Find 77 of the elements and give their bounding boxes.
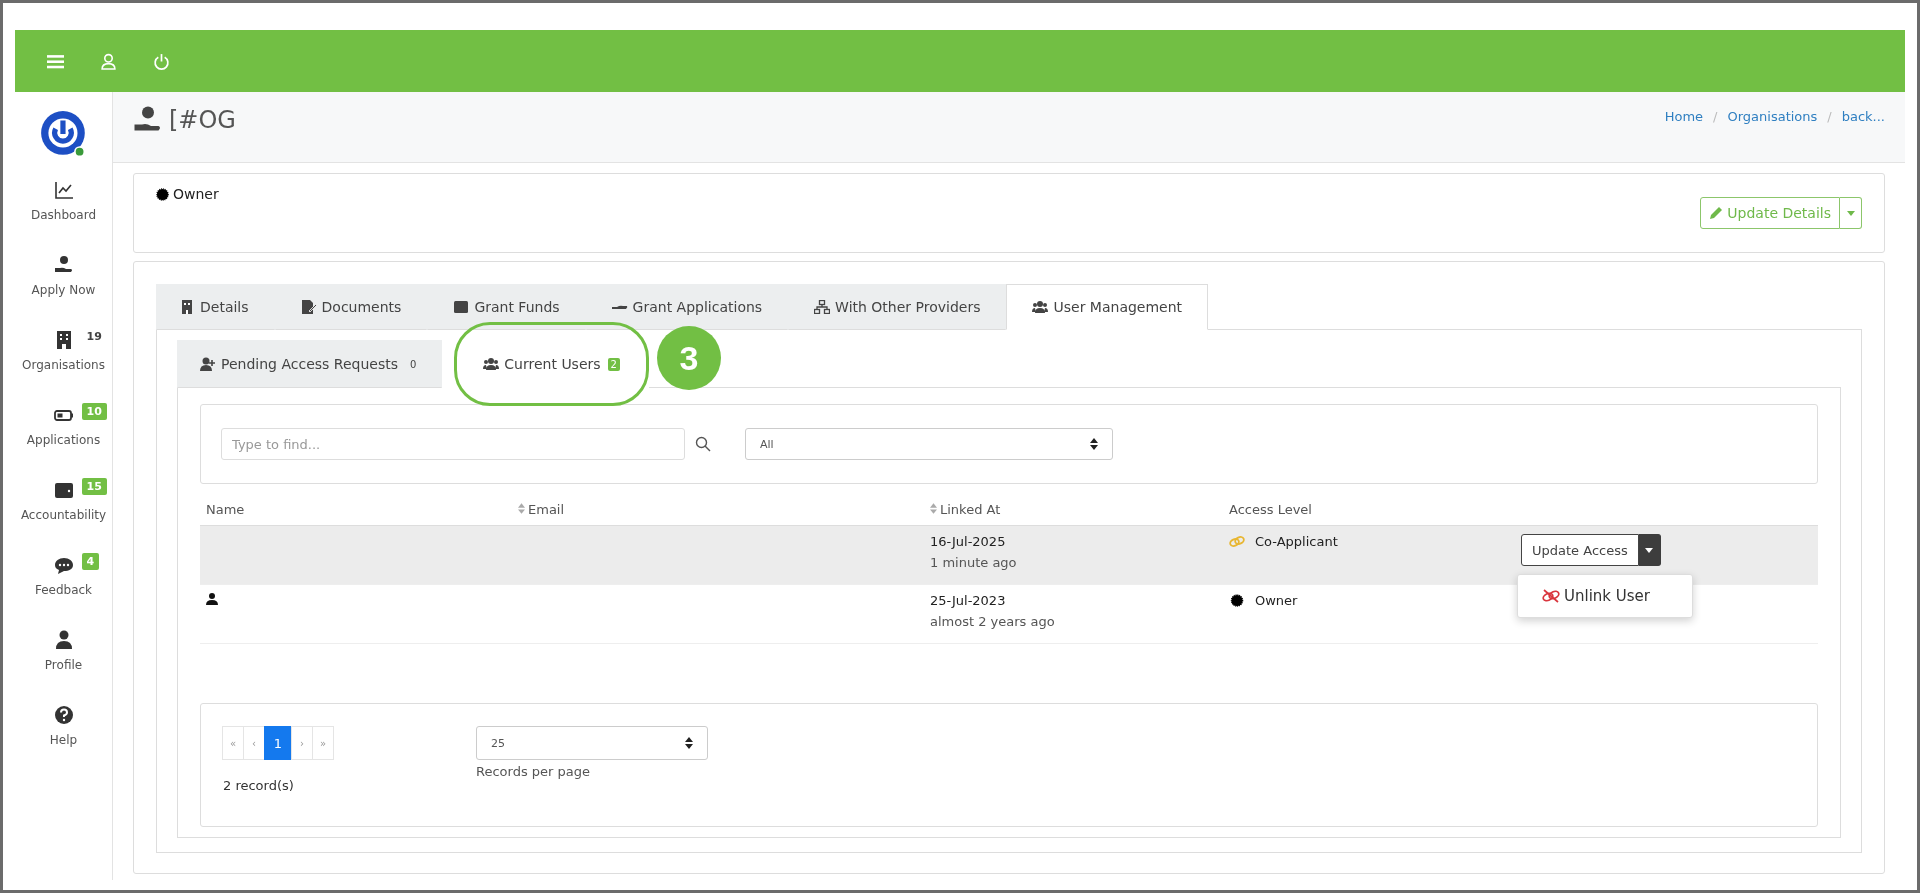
breadcrumb-separator: / [1827, 108, 1832, 124]
sidebar-item[interactable]: 4 Feedback [17, 553, 110, 628]
seal-icon [1229, 594, 1245, 607]
pencil-icon [1709, 206, 1724, 220]
sidebar-item[interactable]: Apply Now [17, 253, 110, 328]
wallet-icon [53, 480, 74, 500]
breadcrumb-link[interactable]: back... [1841, 108, 1885, 124]
access-level: Co-Applicant [1255, 534, 1338, 549]
relative-time: almost 2 years ago [930, 614, 1056, 629]
sort-arrows-icon [1090, 438, 1098, 450]
column-header: Name [200, 494, 512, 526]
seal-icon [156, 187, 169, 201]
menu-item[interactable]: Unlink User [1518, 583, 1692, 609]
users-icon [1032, 300, 1049, 314]
breadcrumb-link[interactable]: Organisations [1727, 108, 1818, 124]
tab[interactable]: Grant Funds [427, 284, 586, 330]
chart-icon [53, 180, 74, 200]
power-icon[interactable] [153, 52, 170, 70]
record-count: 2 record(s) [223, 778, 295, 793]
count-badge: 2 [607, 357, 620, 371]
column-header[interactable]: Linked At [924, 494, 1223, 526]
count-label: 0 [408, 357, 418, 371]
count-badge: 4 [81, 553, 100, 570]
sitemap-icon [814, 300, 831, 314]
sidebar-item[interactable]: 19 Organisations [17, 328, 110, 403]
breadcrumb-separator: / [1713, 108, 1718, 124]
sidebar-item[interactable]: 15 Accountability [17, 478, 110, 553]
sidebar-item[interactable]: Dashboard [17, 178, 110, 253]
count-label: 19 [85, 329, 103, 345]
chat-icon [53, 555, 74, 575]
breadcrumb-link[interactable]: Home [1664, 108, 1704, 124]
filter-select[interactable]: All [745, 428, 1113, 460]
sidebar-item[interactable]: Profile [17, 628, 110, 703]
access-level: Owner [1255, 593, 1298, 608]
sidebar-item[interactable]: 10 Applications [17, 403, 110, 478]
tab[interactable]: With Other Providers [788, 284, 1007, 330]
tab[interactable]: Details [156, 284, 275, 330]
wallet-icon [453, 300, 470, 314]
sort-arrows-icon [685, 737, 693, 749]
caret-icon [1645, 547, 1654, 553]
help-icon [53, 705, 74, 725]
building-icon [179, 300, 195, 314]
document-icon [300, 300, 317, 314]
tab[interactable]: Documents [274, 284, 428, 330]
person-icon [53, 630, 74, 650]
table-cell-text: 16-Jul-2025 [930, 534, 1007, 549]
users-icon [483, 357, 500, 371]
caret-icon [1846, 210, 1855, 216]
page-title: [#OG [169, 106, 236, 134]
sidebar-item[interactable]: Help [17, 703, 110, 778]
count-badge: 15 [81, 478, 107, 495]
update-access-button[interactable]: Update Access [1521, 534, 1639, 566]
table-cell-text: 25-Jul-2023 [930, 593, 1007, 608]
tab[interactable]: Pending Access Requests 0 [177, 340, 443, 388]
menu-icon[interactable] [47, 52, 64, 70]
page-size-select[interactable]: 25 [476, 726, 708, 760]
relative-time: 1 minute ago [930, 555, 1018, 570]
broken-link-icon [1542, 589, 1560, 603]
link-icon [1229, 535, 1245, 548]
tab[interactable]: User Management [1006, 284, 1209, 330]
person-icon [206, 593, 218, 605]
role-label: Owner [173, 186, 219, 202]
count-badge: 10 [81, 403, 107, 420]
sort-icon [518, 503, 525, 514]
step-number-badge: 3 [656, 326, 721, 390]
tab[interactable]: Grant Applications [585, 284, 789, 330]
search-icon[interactable] [695, 436, 711, 452]
page-button[interactable]: 1 [264, 726, 292, 760]
column-header[interactable]: Email [512, 494, 924, 526]
dropdown-toggle[interactable] [1638, 534, 1661, 566]
search-field[interactable]: Type to find... [221, 428, 685, 460]
user-icon[interactable] [100, 52, 117, 70]
sort-icon [930, 503, 937, 514]
dropdown-toggle[interactable] [1840, 197, 1862, 229]
column-header: Access Level [1223, 494, 1515, 526]
user-plus-icon [200, 357, 216, 371]
page-size-label: Records per page [476, 764, 592, 779]
